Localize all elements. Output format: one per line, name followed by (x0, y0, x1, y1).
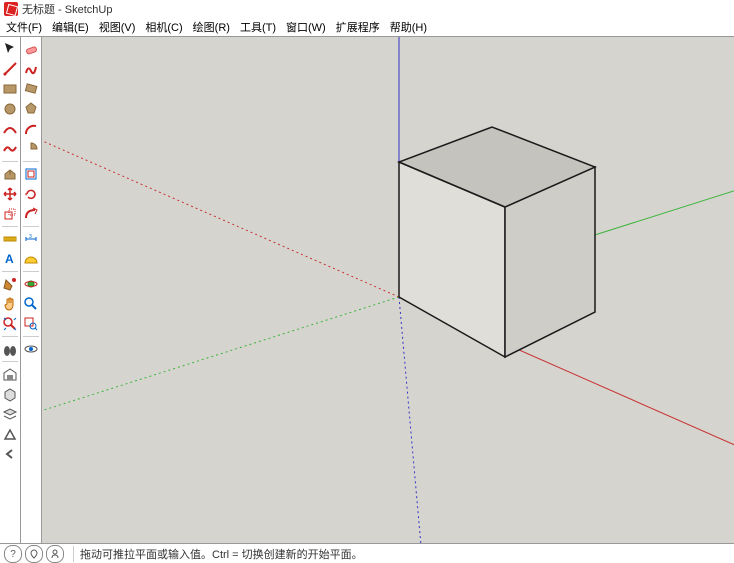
rotated-rect-tool-icon[interactable] (22, 80, 40, 98)
walk-tool-icon[interactable] (1, 340, 19, 358)
menu-window[interactable]: 窗口(W) (286, 19, 326, 35)
status-bar: ? 拖动可推拉平面或输入值。Ctrl = 切换创建新的开始平面。 (0, 543, 734, 563)
freehand2-tool-icon[interactable] (22, 60, 40, 78)
menu-camera[interactable]: 相机(C) (145, 19, 182, 35)
separator (2, 361, 18, 362)
title-bar: 无标题 - SketchUp (0, 0, 734, 18)
separator (23, 161, 39, 162)
person-icon[interactable] (46, 545, 64, 563)
offset-tool-icon[interactable] (22, 165, 40, 183)
pan-tool-icon[interactable] (1, 295, 19, 313)
line-tool-icon[interactable] (1, 60, 19, 78)
warehouse-icon[interactable] (1, 365, 19, 383)
pushpull-tool-icon[interactable] (1, 165, 19, 183)
menu-draw[interactable]: 绘图(R) (193, 19, 230, 35)
separator (23, 226, 39, 227)
separator (73, 546, 74, 562)
separator (2, 336, 18, 337)
paint-tool-icon[interactable] (1, 275, 19, 293)
protractor-tool-icon[interactable] (22, 250, 40, 268)
component-icon[interactable] (1, 385, 19, 403)
svg-text:A: A (5, 252, 14, 266)
zoom-window-tool-icon[interactable] (22, 315, 40, 333)
x-axis-neg-line (42, 132, 399, 297)
eraser-tool-icon[interactable] (22, 40, 40, 58)
menu-view[interactable]: 视图(V) (99, 19, 136, 35)
move-tool-icon[interactable] (1, 185, 19, 203)
toolbar-left-2: 3 (21, 37, 42, 543)
menu-edit[interactable]: 编辑(E) (52, 19, 89, 35)
menu-file[interactable]: 文件(F) (6, 19, 42, 35)
svg-text:3: 3 (29, 234, 32, 240)
tape-tool-icon[interactable] (1, 230, 19, 248)
arc-tool-icon[interactable] (1, 120, 19, 138)
menu-tools[interactable]: 工具(T) (240, 19, 276, 35)
geo-icon[interactable] (25, 545, 43, 563)
menu-ext[interactable]: 扩展程序 (336, 19, 380, 35)
cube-object[interactable] (399, 127, 595, 357)
zoom-tool-icon[interactable] (22, 295, 40, 313)
y-axis-neg-line (42, 297, 399, 417)
previous-icon[interactable] (1, 445, 19, 463)
zoom-extents-tool-icon[interactable] (1, 315, 19, 333)
circle-tool-icon[interactable] (1, 100, 19, 118)
freehand-tool-icon[interactable] (1, 140, 19, 158)
z-axis-neg-line (399, 297, 422, 543)
menu-bar: 文件(F) 编辑(E) 视图(V) 相机(C) 绘图(R) 工具(T) 窗口(W… (0, 18, 734, 37)
rotate-tool-icon[interactable] (22, 185, 40, 203)
select-tool-icon[interactable] (1, 40, 19, 58)
separator (2, 226, 18, 227)
separator (2, 271, 18, 272)
orbit-tool-icon[interactable] (22, 275, 40, 293)
separator (2, 161, 18, 162)
toolbar-left-1: A (0, 37, 21, 543)
app-logo-icon (4, 2, 18, 16)
help-icon[interactable]: ? (4, 545, 22, 563)
pie-tool-icon[interactable] (22, 140, 40, 158)
window-title: 无标题 - SketchUp (22, 1, 112, 17)
outliner-icon[interactable] (1, 425, 19, 443)
dimension-tool-icon[interactable]: 3 (22, 230, 40, 248)
look-tool-icon[interactable] (22, 340, 40, 358)
scale-tool-icon[interactable] (1, 205, 19, 223)
menu-help[interactable]: 帮助(H) (390, 19, 427, 35)
rectangle-tool-icon[interactable] (1, 80, 19, 98)
text-tool-icon[interactable]: A (1, 250, 19, 268)
followme-tool-icon[interactable] (22, 205, 40, 223)
arc2-tool-icon[interactable] (22, 120, 40, 138)
polygon-tool-icon[interactable] (22, 100, 40, 118)
separator (23, 336, 39, 337)
workspace: A 3 (0, 37, 734, 543)
layers-icon[interactable] (1, 405, 19, 423)
3d-viewport[interactable] (42, 37, 734, 543)
status-hint-text: 拖动可推拉平面或输入值。Ctrl = 切换创建新的开始平面。 (80, 546, 363, 562)
separator (23, 271, 39, 272)
